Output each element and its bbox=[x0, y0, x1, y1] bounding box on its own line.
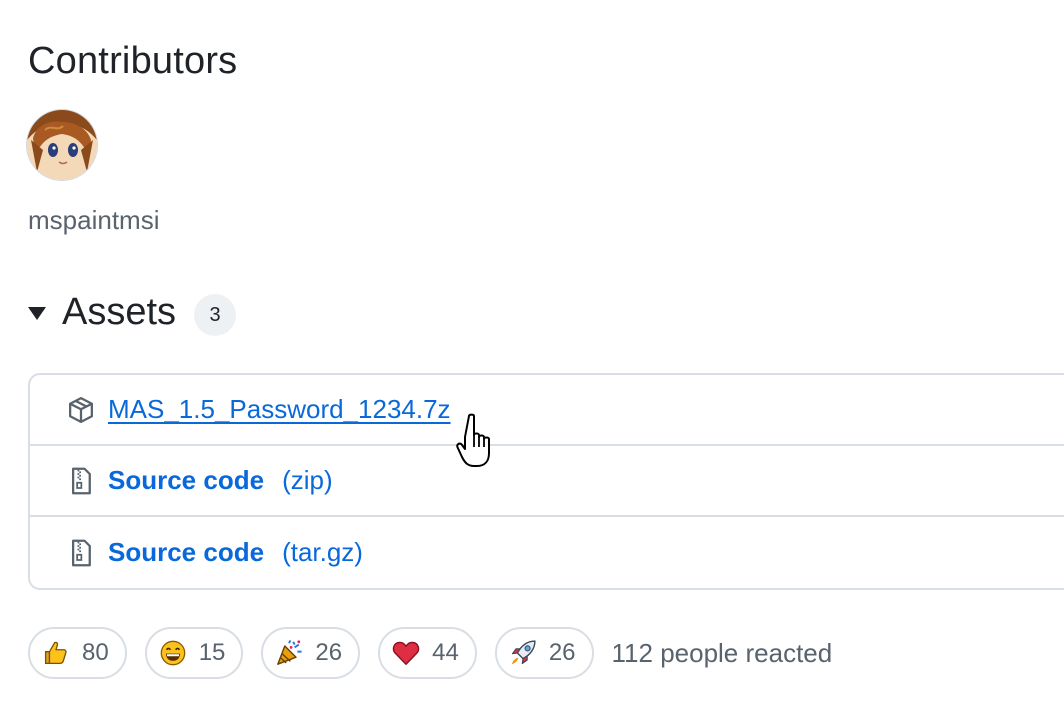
release-page: Contributors mspaintmsi Assets 3 MAS_1.5… bbox=[0, 0, 1064, 706]
package-icon bbox=[66, 395, 96, 425]
contributors-heading: Contributors bbox=[28, 40, 238, 82]
asset-row: Source code (zip) bbox=[30, 446, 1064, 517]
contributor-username[interactable]: mspaintmsi bbox=[28, 205, 159, 236]
assets-count-badge: 3 bbox=[194, 294, 237, 336]
reaction-thumbs-up[interactable]: 80 bbox=[28, 627, 127, 679]
source-code-targz-link[interactable]: Source code bbox=[108, 537, 264, 568]
laugh-icon bbox=[159, 639, 187, 667]
file-zip-icon bbox=[66, 466, 96, 496]
reaction-count: 80 bbox=[82, 639, 109, 666]
asset-row: MAS_1.5_Password_1234.7z bbox=[30, 375, 1064, 446]
assets-list: MAS_1.5_Password_1234.7z Source code (zi… bbox=[28, 373, 1064, 590]
reactions-summary[interactable]: 112 people reacted bbox=[612, 638, 833, 669]
reaction-count: 44 bbox=[432, 639, 459, 666]
rocket-icon bbox=[509, 639, 537, 667]
avatar[interactable] bbox=[27, 110, 97, 180]
reaction-count: 26 bbox=[315, 639, 343, 666]
reaction-laugh[interactable]: 15 bbox=[144, 627, 244, 679]
asset-format-label[interactable]: (zip) bbox=[282, 465, 333, 496]
reaction-rocket[interactable]: 26 bbox=[494, 627, 594, 679]
asset-format-label[interactable]: (tar.gz) bbox=[282, 537, 363, 568]
reactions-bar: 80 15 26 44 26 112 people reacted bbox=[28, 627, 832, 679]
asset-row: Source code (tar.gz) bbox=[30, 517, 1064, 588]
hand-pointer-cursor-icon bbox=[455, 413, 497, 469]
reaction-tada[interactable]: 26 bbox=[261, 627, 361, 679]
asset-download-link[interactable]: MAS_1.5_Password_1234.7z bbox=[108, 394, 451, 425]
file-zip-icon bbox=[66, 538, 96, 568]
assets-toggle[interactable]: Assets 3 bbox=[28, 288, 237, 336]
caret-down-icon bbox=[28, 307, 46, 320]
source-code-zip-link[interactable]: Source code bbox=[108, 465, 264, 496]
reaction-count: 15 bbox=[198, 639, 226, 666]
reaction-count: 26 bbox=[548, 639, 576, 666]
heart-icon bbox=[392, 639, 420, 667]
tada-icon bbox=[275, 639, 303, 667]
thumbs-up-icon bbox=[42, 639, 70, 667]
assets-heading: Assets bbox=[62, 290, 177, 333]
reaction-heart[interactable]: 44 bbox=[378, 627, 477, 679]
